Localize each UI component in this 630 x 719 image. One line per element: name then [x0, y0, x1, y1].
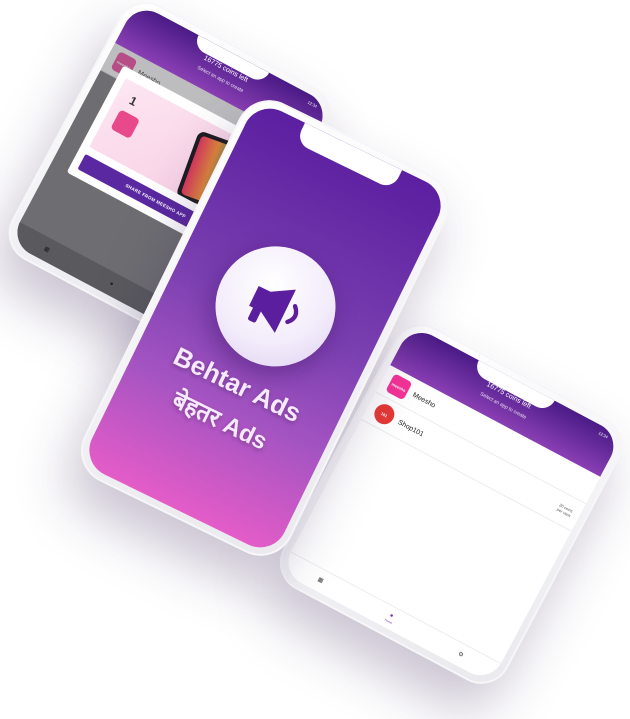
meesho-logo: meesho: [385, 373, 413, 401]
shop101-logo: 101: [370, 400, 398, 428]
grid-icon[interactable]: ▦: [311, 574, 330, 588]
settings-icon[interactable]: ⚙: [451, 648, 470, 662]
step-number: 1: [126, 93, 140, 109]
home-icon[interactable]: ● Home: [380, 609, 401, 627]
grid-icon[interactable]: ▦: [37, 243, 56, 257]
meesho-mini-logo: [110, 109, 141, 139]
megaphone-icon: [248, 286, 299, 333]
home-icon[interactable]: ●: [102, 277, 121, 291]
phone-notch: [295, 122, 403, 190]
bottom-tab-bar: ▦ ● Home ⚙: [280, 551, 502, 684]
app-meta: 20 coins per view: [556, 502, 574, 519]
showcase-stage: 12:34 16775 coins left Select an app to …: [0, 0, 630, 719]
